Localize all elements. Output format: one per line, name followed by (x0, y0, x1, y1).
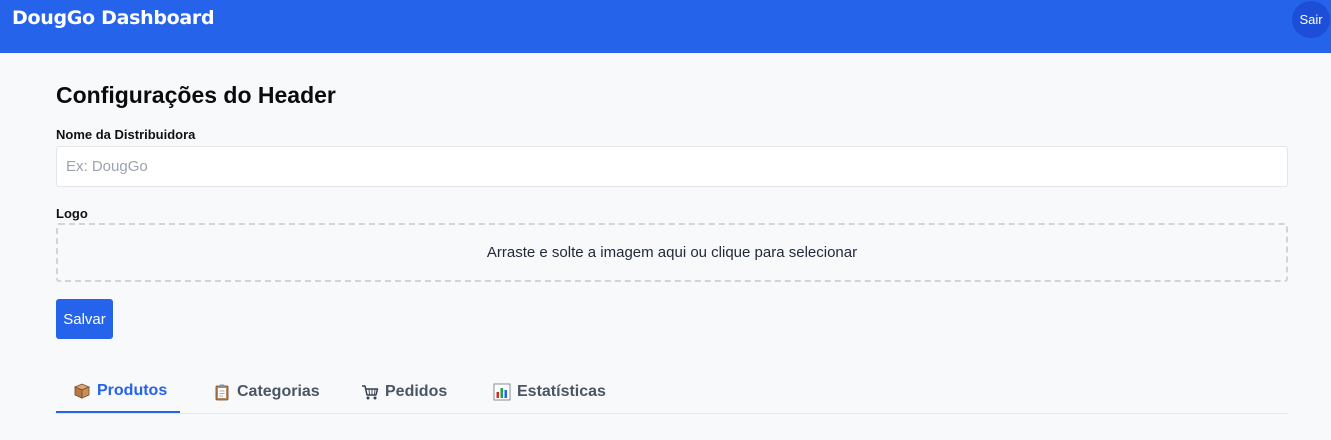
logo-label: Logo (56, 206, 88, 221)
tab-label: Pedidos (385, 383, 448, 400)
tab-label: Estatísticas (517, 383, 606, 400)
bar-chart-icon (493, 383, 511, 401)
clipboard-icon (215, 384, 229, 401)
save-button[interactable]: Salvar (56, 299, 113, 339)
distributor-name-input[interactable] (56, 146, 1288, 187)
tab-label: Produtos (97, 382, 168, 399)
tab-categories[interactable]: Categorias (213, 371, 320, 413)
tab-products[interactable]: Produtos (56, 371, 180, 413)
tab-label: Categorias (237, 383, 320, 400)
tab-orders[interactable]: Pedidos (361, 371, 447, 413)
tabs-bar: Produtos Categorias Pedidos Estatísticas (56, 371, 1288, 414)
section-title: Configurações do Header (56, 82, 336, 108)
logout-button[interactable]: Sair (1292, 1, 1330, 38)
brand-title: DougGo Dashboard (12, 7, 215, 29)
top-navbar: DougGo Dashboard Sair (0, 0, 1331, 53)
distributor-name-label: Nome da Distribuidora (56, 127, 196, 142)
shopping-cart-icon (362, 385, 379, 400)
tab-statistics[interactable]: Estatísticas (493, 371, 606, 413)
logo-dropzone[interactable]: Arraste e solte a imagem aqui ou clique … (56, 223, 1288, 282)
dropzone-text: Arraste e solte a imagem aqui ou clique … (486, 244, 858, 261)
package-icon (73, 383, 91, 399)
